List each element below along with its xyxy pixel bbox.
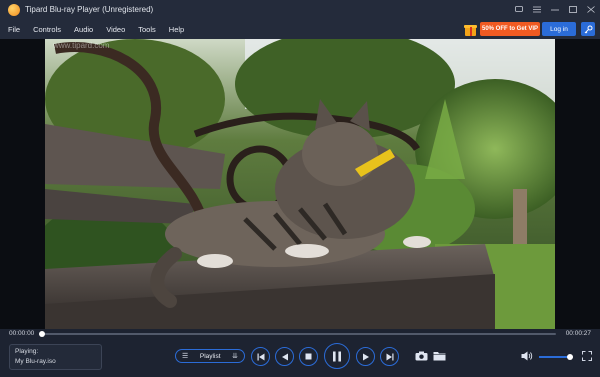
open-folder-icon[interactable] <box>432 349 447 363</box>
now-playing-label: Playing: <box>15 348 39 355</box>
promo-area: 50% OFF to Get VIP <box>464 22 540 36</box>
current-time: 00:00:00 <box>9 330 35 337</box>
menu-audio[interactable]: Audio <box>66 25 93 34</box>
pause-icon <box>333 351 341 361</box>
snapshot-camera-icon[interactable] <box>414 349 429 363</box>
volume-icon[interactable] <box>519 349 534 363</box>
player-window: Tipard Blu-ray Player (Unregistered) Fil… <box>0 0 600 377</box>
skip-next-icon <box>386 353 393 360</box>
menu-help[interactable]: Help <box>161 25 184 34</box>
vip-offer-button[interactable]: 50% OFF to Get VIP <box>480 22 540 36</box>
menu-tools[interactable]: Tools <box>130 25 156 34</box>
now-playing-file: My Blu-ray.iso <box>15 358 56 365</box>
list-icon: ☰ <box>182 352 189 360</box>
next-chapter-button[interactable] <box>380 347 399 366</box>
progress-slider[interactable] <box>39 331 556 337</box>
volume-knob[interactable] <box>566 354 573 360</box>
playlist-button[interactable]: ☰ Playlist ⇊ <box>175 349 245 363</box>
video-frame[interactable]: www.tipard.com <box>45 39 555 329</box>
volume-slider[interactable] <box>539 354 573 360</box>
title-bar: Tipard Blu-ray Player (Unregistered) <box>0 0 600 19</box>
key-icon[interactable] <box>581 22 595 36</box>
volume-fill <box>539 356 570 358</box>
feedback-icon[interactable] <box>510 0 528 19</box>
progress-knob[interactable] <box>39 331 45 337</box>
sort-list-icon: ⇊ <box>232 352 238 360</box>
close-icon[interactable] <box>582 0 600 19</box>
fast-forward-button[interactable] <box>356 347 375 366</box>
stop-icon <box>305 353 312 360</box>
menu-bar: File Controls Audio Video Tools Help 50%… <box>0 19 600 39</box>
minimize-icon[interactable] <box>546 0 564 19</box>
menu-video[interactable]: Video <box>98 25 125 34</box>
rewind-icon <box>281 353 288 360</box>
app-logo-icon <box>8 3 20 16</box>
gift-icon[interactable] <box>464 23 477 36</box>
window-controls <box>510 0 600 19</box>
now-playing-panel: Playing: My Blu-ray.iso <box>9 344 102 370</box>
maximize-icon[interactable] <box>564 0 582 19</box>
menu-controls[interactable]: Controls <box>25 25 61 34</box>
total-time: 00:00:27 <box>565 330 591 337</box>
control-bar: Playing: My Blu-ray.iso ☰ Playlist ⇊ <box>0 339 600 377</box>
fast-forward-icon <box>362 353 369 360</box>
previous-chapter-button[interactable] <box>251 347 270 366</box>
video-area[interactable]: www.tipard.com <box>0 39 600 329</box>
progress-row: 00:00:00 00:00:27 <box>0 329 600 339</box>
stop-button[interactable] <box>299 347 318 366</box>
pause-button[interactable] <box>324 343 350 369</box>
video-image <box>45 39 555 329</box>
rewind-button[interactable] <box>275 347 294 366</box>
video-watermark: www.tipard.com <box>53 41 110 50</box>
skip-previous-icon <box>257 353 264 360</box>
fullscreen-icon[interactable] <box>579 349 594 363</box>
playlist-label: Playlist <box>199 352 221 360</box>
menu-file[interactable]: File <box>0 25 20 34</box>
window-title: Tipard Blu-ray Player (Unregistered) <box>25 5 154 14</box>
login-button[interactable]: Log in <box>542 22 576 36</box>
menu-icon[interactable] <box>528 0 546 19</box>
